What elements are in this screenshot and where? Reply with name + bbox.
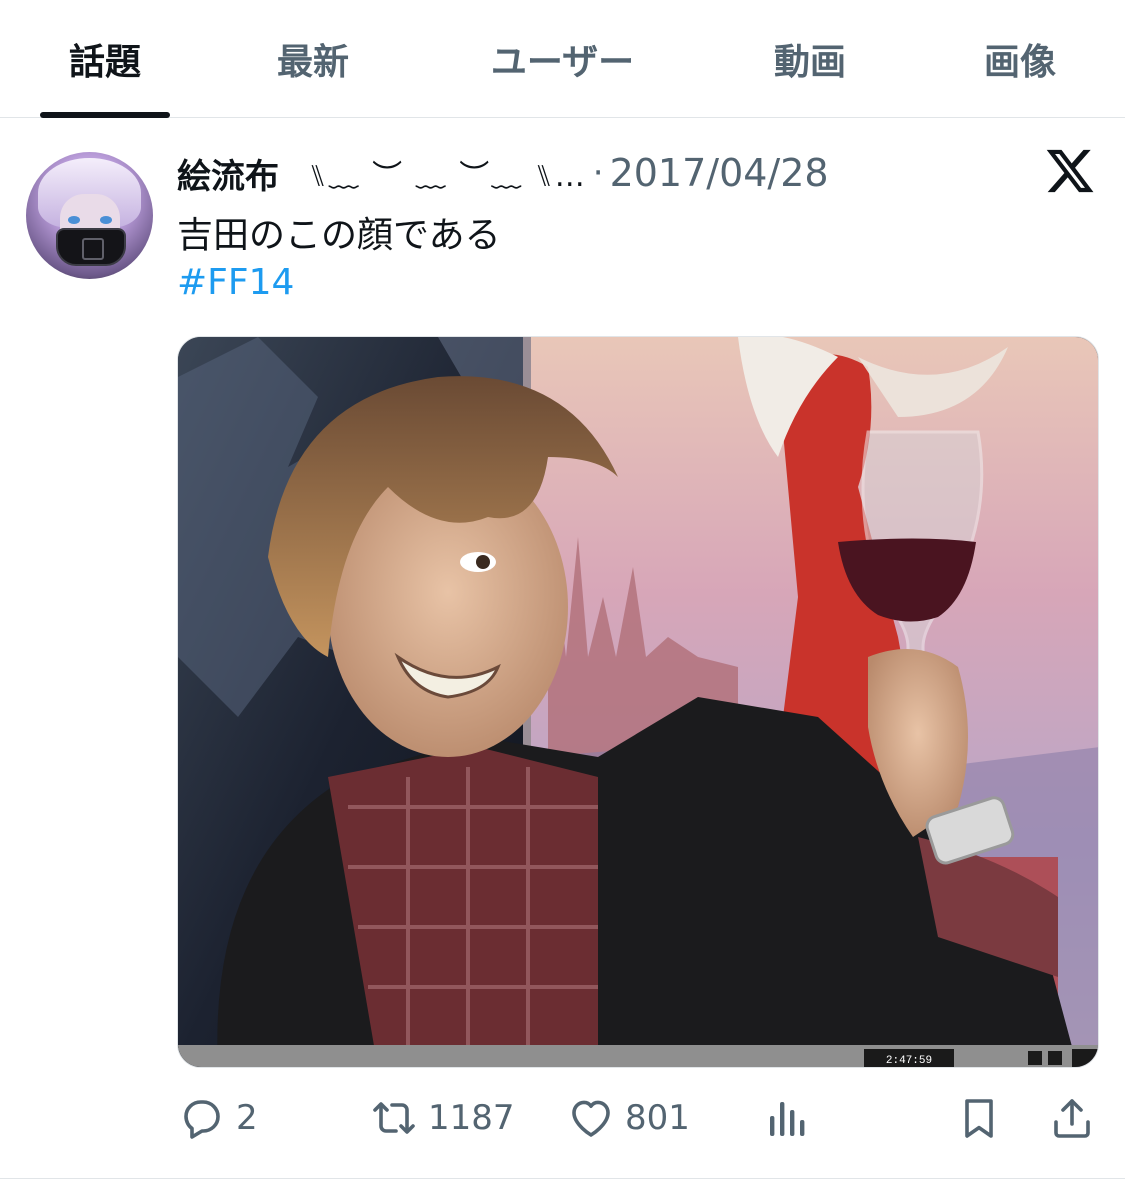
retweet-count: 1187 — [428, 1097, 515, 1138]
video-timestamp: 2:47:59 — [886, 1055, 932, 1067]
retweet-icon — [373, 1101, 415, 1134]
post-date[interactable]: 2017/04/28 — [610, 151, 829, 195]
tab-users[interactable]: ユーザー — [455, 0, 670, 118]
views-button[interactable] — [762, 1085, 810, 1150]
analytics-icon — [770, 1101, 805, 1136]
reply-icon — [184, 1099, 220, 1139]
search-tab-bar: 話題 最新 ユーザー 動画 画像 — [0, 0, 1125, 118]
like-count: 801 — [625, 1097, 690, 1138]
bookmark-button[interactable] — [955, 1085, 1003, 1150]
author-name[interactable]: 絵流布 — [177, 149, 279, 198]
retweet-button[interactable]: 1187 — [370, 1085, 515, 1150]
reply-button[interactable]: 2 — [178, 1085, 258, 1150]
post-media-image[interactable]: 2:47:59 — [177, 336, 1099, 1068]
post-action-bar: 2 1187 801 — [0, 1085, 1125, 1150]
tab-videos[interactable]: 動画 — [745, 0, 875, 118]
tab-label: 最新 — [276, 42, 349, 83]
tab-latest[interactable]: 最新 — [248, 0, 378, 118]
tab-top[interactable]: 話題 — [40, 0, 170, 118]
meta-separator: · — [592, 153, 604, 193]
tab-label: 話題 — [68, 42, 141, 83]
like-button[interactable]: 801 — [567, 1085, 690, 1150]
post-text: 吉田のこの顔である — [177, 215, 501, 256]
reply-count: 2 — [236, 1097, 258, 1138]
heart-icon — [572, 1100, 610, 1137]
tab-images[interactable]: 画像 — [955, 0, 1085, 118]
share-icon — [1054, 1098, 1090, 1138]
tab-label: ユーザー — [490, 42, 635, 83]
hashtag-link[interactable]: #FF14 — [177, 262, 294, 303]
author-avatar[interactable] — [26, 152, 153, 279]
share-button[interactable] — [1048, 1085, 1096, 1150]
author-name-decoration[interactable]: ㅤ⑊﹏ ︶ ﹏ ︶﹏ ⑊… — [281, 151, 587, 195]
bookmark-icon — [965, 1098, 993, 1138]
video-frame: 2:47:59 — [178, 337, 1098, 1067]
active-tab-indicator — [40, 112, 170, 118]
x-logo-icon[interactable] — [1044, 145, 1096, 197]
post-divider — [0, 1178, 1125, 1179]
tab-label: 動画 — [773, 42, 846, 83]
post-header: 絵流布 ㅤ⑊﹏ ︶ ﹏ ︶﹏ ⑊… · 2017/04/28 — [177, 148, 829, 198]
tab-label: 画像 — [983, 42, 1056, 83]
